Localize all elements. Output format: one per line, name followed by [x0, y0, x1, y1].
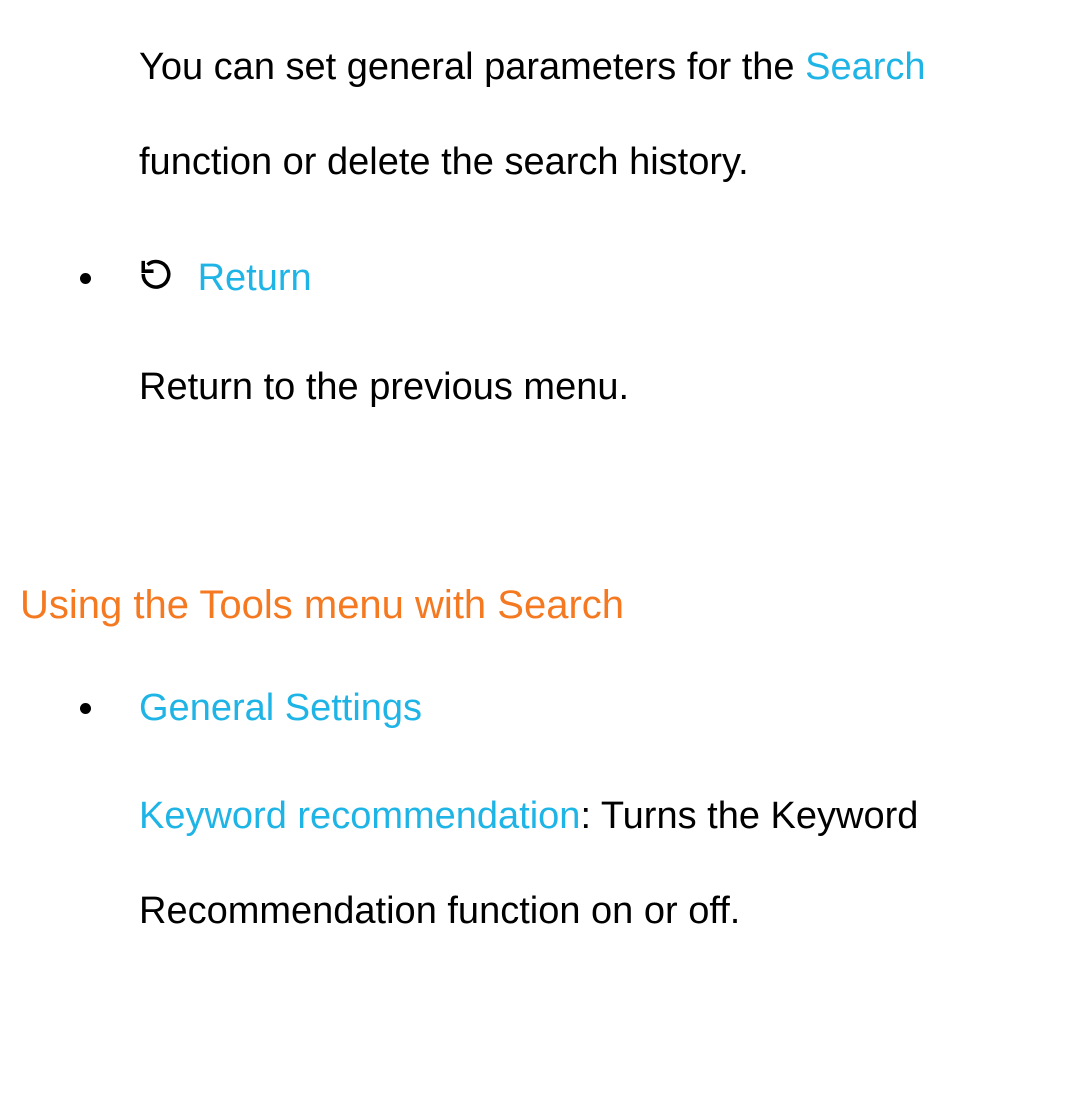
return-link[interactable]: Return: [198, 257, 312, 299]
item-title: General Settings: [139, 680, 1060, 737]
desc-text-part1: You can set general parameters for the: [139, 46, 805, 88]
search-link[interactable]: Search: [805, 46, 925, 88]
section-2-list: General Settings Keyword recommendation:…: [20, 680, 1060, 959]
section-1-list: You can set general parameters for the S…: [20, 20, 1060, 435]
list-item: Return Return to the previous menu.: [109, 250, 1060, 435]
item-description: Keyword recommendation: Turns the Keywor…: [139, 769, 1060, 959]
desc-text-part2: function or delete the search history.: [139, 141, 749, 183]
return-icon: [139, 251, 173, 308]
keyword-recommendation-link[interactable]: Keyword recommendation: [139, 795, 580, 837]
section-heading: Using the Tools menu with Search: [20, 575, 1060, 635]
list-item: General Settings Keyword recommendation:…: [109, 680, 1060, 959]
general-settings-link[interactable]: General Settings: [139, 687, 422, 729]
item-description: Return to the previous menu.: [139, 340, 1060, 435]
item-description: You can set general parameters for the S…: [139, 20, 1060, 210]
list-item: You can set general parameters for the S…: [109, 20, 1060, 210]
item-title: Return: [139, 250, 1060, 308]
